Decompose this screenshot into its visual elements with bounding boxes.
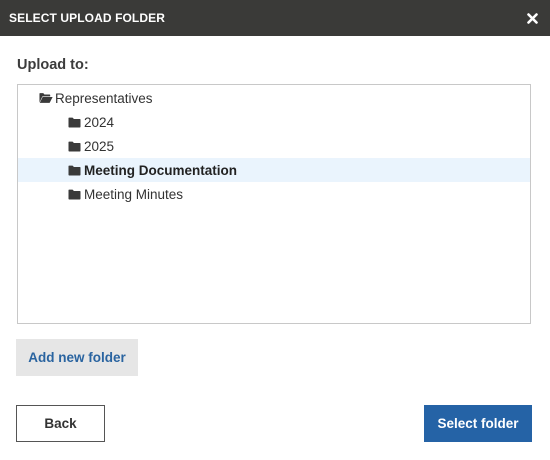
folder-icon <box>68 188 82 200</box>
folder-icon <box>68 116 82 128</box>
tree-item-label: Representatives <box>55 90 153 106</box>
close-icon[interactable] <box>524 10 540 26</box>
tree-item-2024[interactable]: 2024 <box>18 110 530 134</box>
tree-item-representatives[interactable]: Representatives <box>18 86 530 110</box>
folder-open-icon <box>39 92 53 104</box>
dialog-titlebar: SELECT UPLOAD FOLDER <box>0 0 550 36</box>
add-new-folder-button[interactable]: Add new folder <box>16 339 138 376</box>
tree-item-2025[interactable]: 2025 <box>18 134 530 158</box>
dialog-title: SELECT UPLOAD FOLDER <box>9 11 166 25</box>
tree-item-label: Meeting Minutes <box>84 186 184 202</box>
folder-icon <box>68 140 82 152</box>
tree-item-meeting-documentation[interactable]: Meeting Documentation <box>18 158 530 182</box>
tree-item-meeting-minutes[interactable]: Meeting Minutes <box>18 182 530 206</box>
folder-icon <box>68 164 82 176</box>
tree-item-label: 2025 <box>84 138 115 154</box>
folder-tree[interactable]: Representatives 2024 2025 Meeting Docume… <box>17 84 531 324</box>
tree-item-label: Meeting Documentation <box>84 162 238 178</box>
upload-to-label: Upload to: <box>17 57 89 73</box>
select-upload-folder-dialog: SELECT UPLOAD FOLDER Upload to: Represen… <box>0 0 550 460</box>
tree-item-label: 2024 <box>84 114 115 130</box>
back-button[interactable]: Back <box>16 405 105 442</box>
select-folder-button[interactable]: Select folder <box>424 405 532 442</box>
